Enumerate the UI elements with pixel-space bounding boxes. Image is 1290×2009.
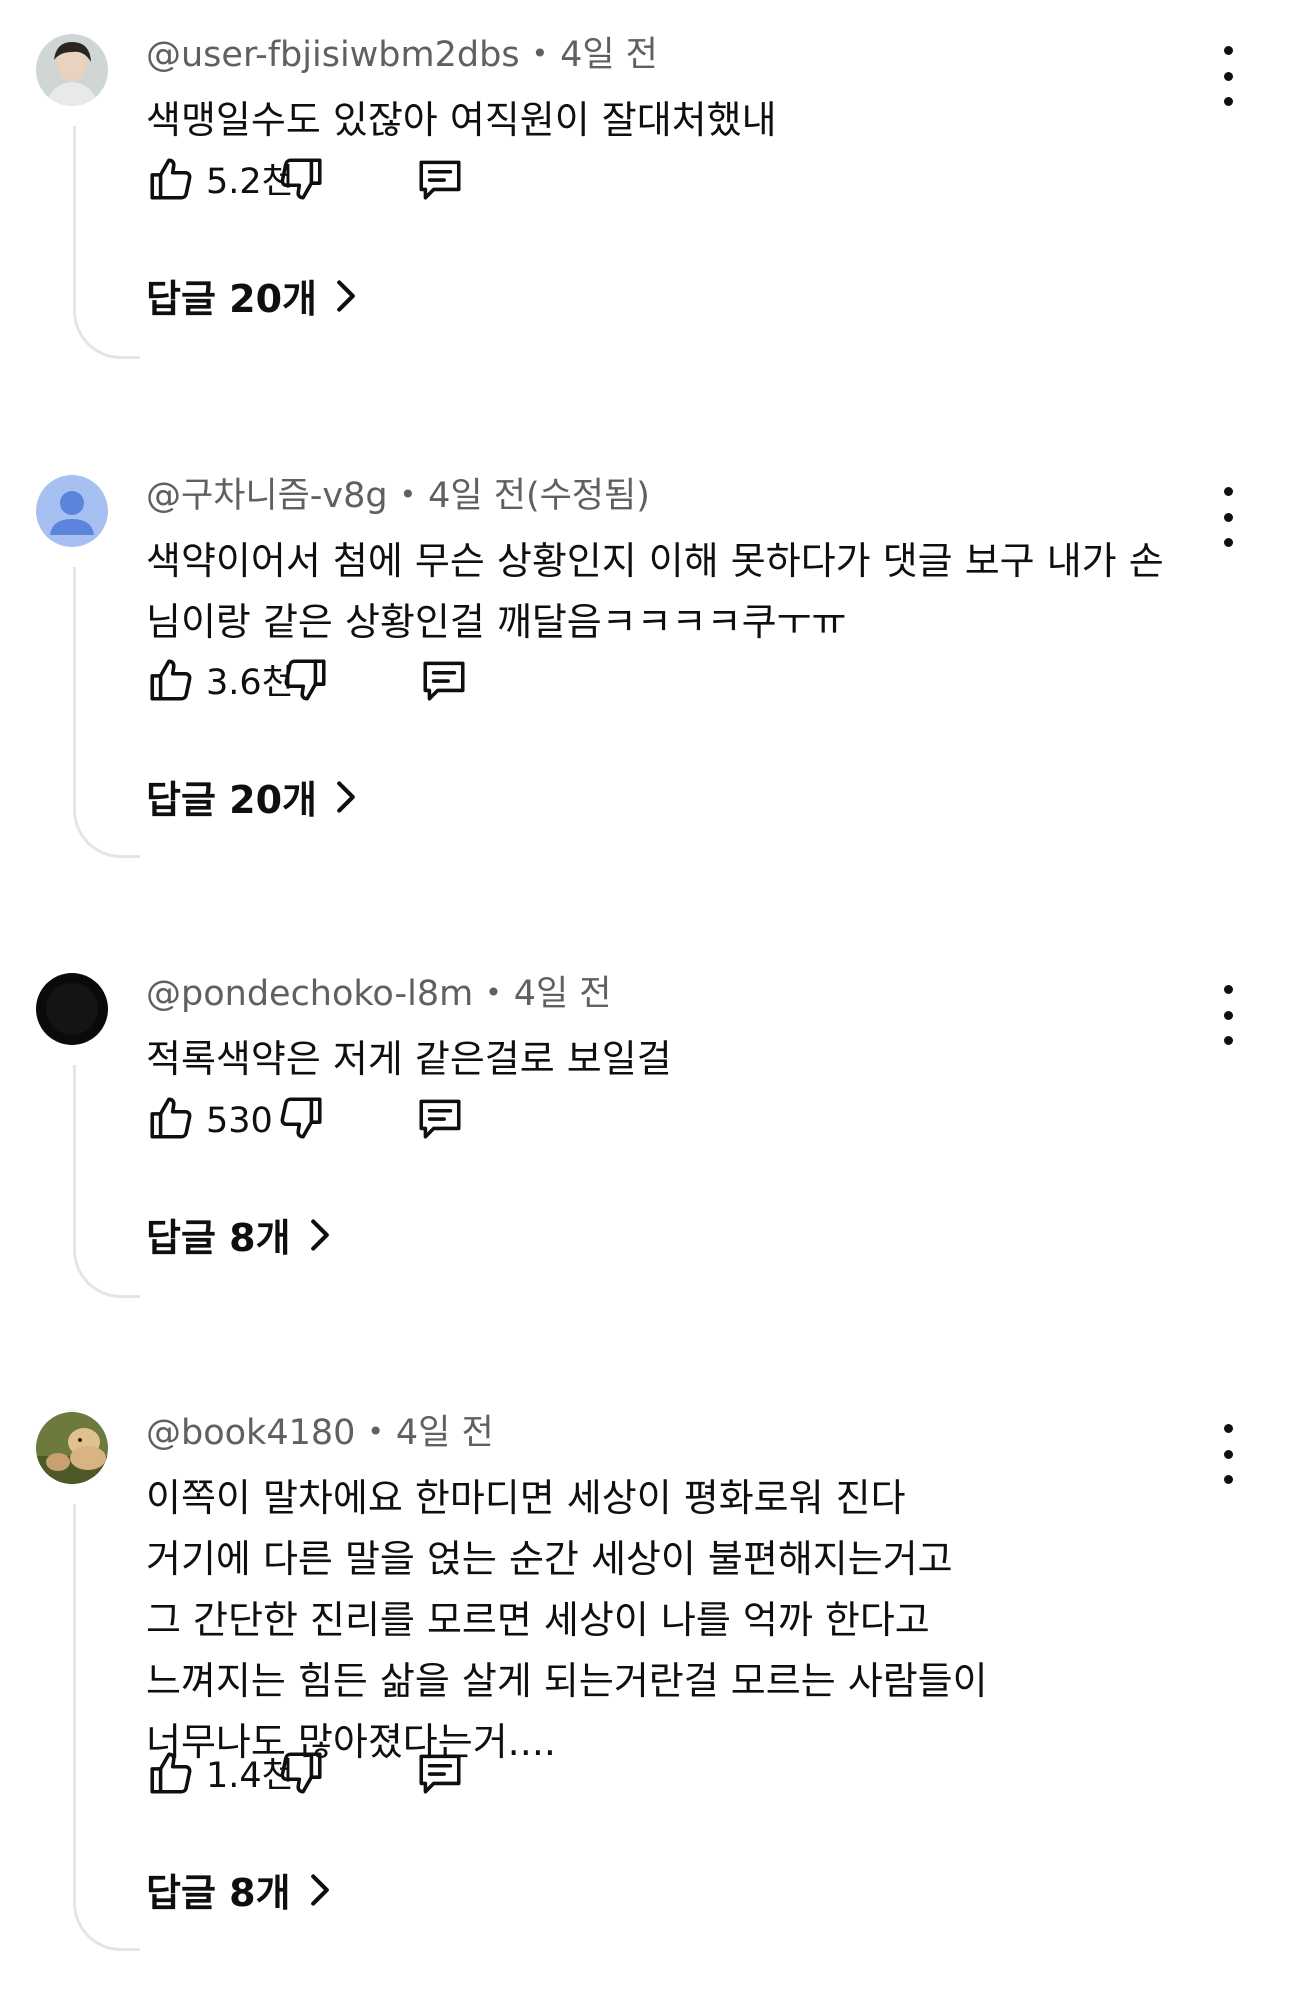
separator-dot: • <box>531 37 549 70</box>
replies-label: 답글 20개 <box>146 778 317 822</box>
comment-time: 4일 전 <box>513 974 612 1014</box>
replies-label: 답글 20개 <box>146 277 317 321</box>
thread-line <box>73 567 140 858</box>
avatar[interactable] <box>36 475 108 547</box>
comment-text: 이쪽이 말차에요 한마디면 세상이 평화로워 진다 거기에 다른 말을 얹는 순… <box>146 1468 1216 1773</box>
comment-text-line: 색맹일수도 있잖아 여직원이 잘대처했내 <box>146 98 777 142</box>
thread-line <box>73 1065 140 1298</box>
replies-toggle[interactable]: 답글 8개 <box>146 1862 331 1917</box>
comment: @book4180 • 4일 전 이쪽이 말차에요 한마디면 세상이 평화로워 진다… <box>0 1412 1290 2009</box>
comment: @user-fbjisiwbm2dbs • 4일 전 색맹일수도 있잖아 여직원이 … <box>0 34 1290 414</box>
comment-meta: @user-fbjisiwbm2dbs • 4일 전 <box>146 38 658 73</box>
avatar[interactable] <box>36 973 108 1045</box>
comment-text: 색맹일수도 있잖아 여직원이 잘대처했내 <box>146 90 1216 151</box>
like-button[interactable] <box>146 1748 196 1798</box>
chevron-right-icon <box>337 279 355 312</box>
like-button[interactable] <box>146 154 196 204</box>
comment-author[interactable]: @book4180 <box>146 1413 355 1453</box>
dislike-button[interactable] <box>276 154 326 204</box>
replies-toggle[interactable]: 답글 20개 <box>146 769 357 824</box>
chevron-right-icon <box>310 1873 329 1906</box>
thumbs-down-icon <box>284 659 326 701</box>
thumbs-down-icon <box>280 1752 322 1794</box>
comment-actions: 1.4천 <box>146 1748 546 1804</box>
comment-bubble-icon <box>419 1754 461 1794</box>
reply-button[interactable] <box>414 1748 466 1798</box>
comment-text-line: 님이랑 같은 상황인걸 깨달음ㅋㅋㅋㅋ쿠ㅜㅠ <box>146 600 847 644</box>
comment-actions: 3.6천 <box>146 655 546 711</box>
comment-meta: @book4180 • 4일 전 <box>146 1416 494 1451</box>
replies-toggle[interactable]: 답글 8개 <box>146 1207 331 1262</box>
reply-button[interactable] <box>418 655 470 705</box>
reply-button[interactable] <box>414 1093 466 1143</box>
separator-dot: • <box>485 976 502 1009</box>
thumbs-up-icon <box>150 158 192 200</box>
comment-bubble-icon <box>419 1099 461 1139</box>
reply-button[interactable] <box>414 154 466 204</box>
comment-text-line: 색약이어서 첨에 무슨 상황인지 이해 못하다가 댓글 보구 내가 손 <box>146 539 1164 583</box>
comment-bubble-icon <box>419 160 461 200</box>
avatar[interactable] <box>36 1412 108 1484</box>
comment-meta: @구차니즘-v8g • 4일 전(수정됨) <box>146 479 650 514</box>
thumbs-up-icon <box>150 1097 192 1139</box>
comment-text-line: 적록색약은 저게 같은걸로 보일걸 <box>146 1037 672 1081</box>
comment-time: 4일 전 <box>395 1413 494 1453</box>
replies-toggle[interactable]: 답글 20개 <box>146 268 357 323</box>
comment-meta: @pondechoko-l8m • 4일 전 <box>146 977 612 1012</box>
comment-author[interactable]: @user-fbjisiwbm2dbs <box>146 35 520 75</box>
like-count: 530 <box>206 1101 273 1141</box>
comment-time: 4일 전(수정됨) <box>428 476 650 516</box>
thumbs-down-icon <box>280 1097 322 1139</box>
replies-label: 답글 8개 <box>146 1216 291 1260</box>
dislike-button[interactable] <box>280 655 330 705</box>
comment: @구차니즘-v8g • 4일 전(수정됨) 색약이어서 첨에 무슨 상황인지 이해 … <box>0 475 1290 915</box>
comment-text-line: 느껴지는 힘든 삶을 살게 되는거란걸 모르는 사람들이 <box>146 1659 988 1703</box>
like-button[interactable] <box>146 1093 196 1143</box>
thumbs-down-icon <box>280 158 322 200</box>
separator-dot: • <box>399 478 417 511</box>
thread-line <box>73 126 140 359</box>
comment-text-line: 이쪽이 말차에요 한마디면 세상이 평화로워 진다 <box>146 1476 906 1520</box>
comment-text: 적록색약은 저게 같은걸로 보일걸 <box>146 1029 1216 1090</box>
like-button[interactable] <box>146 655 196 705</box>
dislike-button[interactable] <box>276 1748 326 1798</box>
comment-author[interactable]: @구차니즘-v8g <box>146 476 388 516</box>
comment-text: 색약이어서 첨에 무슨 상황인지 이해 못하다가 댓글 보구 내가 손 님이랑 … <box>146 531 1216 653</box>
comment-text-line: 거기에 다른 말을 얹는 순간 세상이 불편해지는거고 <box>146 1537 953 1581</box>
thumbs-up-icon <box>150 1752 192 1794</box>
comment-author[interactable]: @pondechoko-l8m <box>146 974 473 1014</box>
thread-line <box>73 1504 140 1951</box>
thumbs-up-icon <box>150 659 192 701</box>
comment: @pondechoko-l8m • 4일 전 적록색약은 저게 같은걸로 보일걸 5… <box>0 973 1290 1353</box>
comment-actions: 530 <box>146 1093 546 1149</box>
comment-bubble-icon <box>423 661 465 701</box>
separator-dot: • <box>367 1415 384 1448</box>
comment-text-line: 그 간단한 진리를 모르면 세상이 나를 억까 한다고 <box>146 1598 930 1642</box>
comment-actions: 5.2천 <box>146 154 546 210</box>
replies-label: 답글 8개 <box>146 1871 291 1915</box>
comment-time: 4일 전 <box>560 35 658 75</box>
chevron-right-icon <box>337 780 355 813</box>
chevron-right-icon <box>310 1218 329 1251</box>
avatar[interactable] <box>36 34 108 106</box>
dislike-button[interactable] <box>276 1093 326 1143</box>
